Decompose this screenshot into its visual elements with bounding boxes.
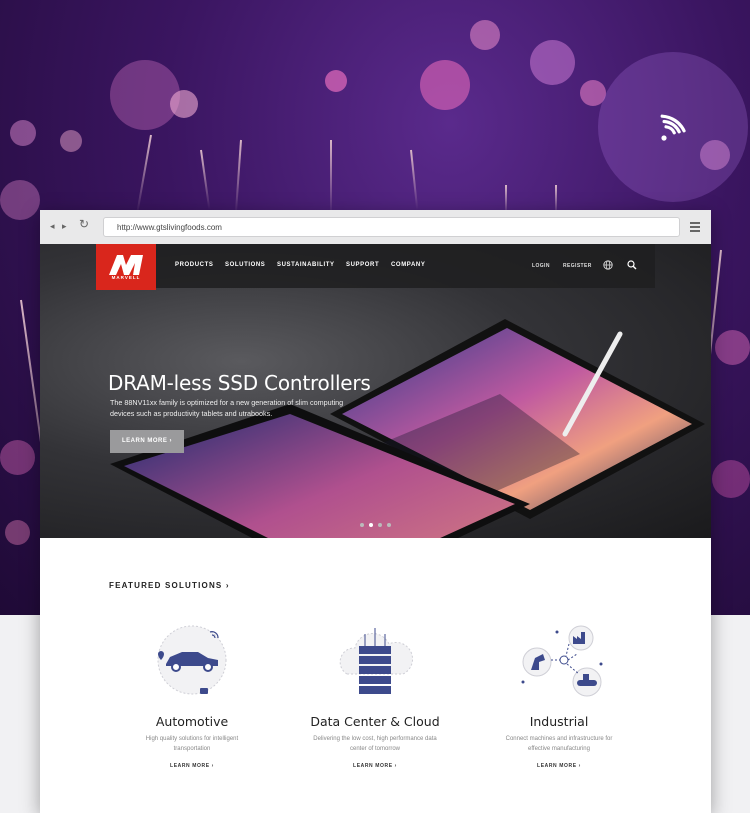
car-icon bbox=[157, 625, 227, 695]
chevron-right-icon: › bbox=[169, 438, 172, 444]
card-description: Delivering the low cost, high performanc… bbox=[313, 736, 437, 752]
globe-icon[interactable] bbox=[603, 260, 613, 270]
card-title: Automotive bbox=[155, 714, 229, 729]
site-header: MARVELL PRODUCTS SOLUTIONS SUSTAINABILIT… bbox=[96, 244, 655, 290]
wifi-icon bbox=[660, 114, 686, 141]
browser-window: ◂ ▸ ↻ http://www.gtslivingfoods.com MARV… bbox=[40, 210, 711, 813]
reload-button[interactable]: ↻ bbox=[79, 217, 89, 231]
chevron-right-icon: › bbox=[394, 763, 397, 769]
featured-solutions-heading[interactable]: FEATURED SOLUTIONS › bbox=[109, 581, 230, 590]
tablet-image-secondary bbox=[110, 404, 530, 538]
forward-button[interactable]: ▸ bbox=[62, 221, 67, 232]
back-button[interactable]: ◂ bbox=[50, 221, 55, 232]
carousel-dot[interactable] bbox=[387, 523, 391, 527]
card-description: Connect machines and infrastructure for … bbox=[505, 736, 613, 752]
chevron-right-icon: › bbox=[225, 581, 230, 590]
hero-title: DRAM-less SSD Controllers bbox=[108, 371, 371, 395]
card-title: Data Center & Cloud bbox=[310, 714, 440, 729]
logo-wordmark: MARVELL bbox=[111, 275, 141, 280]
nav-company[interactable]: COMPANY bbox=[391, 262, 425, 268]
server-icon bbox=[339, 628, 414, 694]
card-title: Industrial bbox=[529, 714, 589, 729]
nav-products[interactable]: PRODUCTS bbox=[175, 262, 213, 268]
card-learn-more-link[interactable]: LEARN MORE › bbox=[97, 763, 287, 769]
card-learn-more-link[interactable]: LEARN MORE › bbox=[280, 763, 470, 769]
nav-sustainability[interactable]: SUSTAINABILITY bbox=[277, 262, 335, 268]
carousel-dot-active[interactable] bbox=[369, 523, 373, 527]
chevron-right-icon: › bbox=[578, 763, 581, 769]
card-link-label: LEARN MORE bbox=[170, 763, 210, 769]
hero-learn-more-button[interactable]: LEARN MORE › bbox=[110, 430, 184, 453]
nav-support[interactable]: SUPPORT bbox=[346, 262, 379, 268]
featured-heading-label: FEATURED SOLUTIONS bbox=[109, 581, 223, 590]
chevron-right-icon: › bbox=[211, 763, 214, 769]
factory-icon bbox=[521, 625, 603, 697]
site-logo[interactable]: MARVELL bbox=[96, 244, 156, 290]
nav-solutions[interactable]: SOLUTIONS bbox=[225, 262, 265, 268]
card-learn-more-link[interactable]: LEARN MORE › bbox=[464, 763, 654, 769]
carousel-dots bbox=[360, 514, 396, 532]
hero-button-label: LEARN MORE bbox=[121, 438, 168, 444]
solution-card-automotive[interactable]: Automotive High quality solutions for in… bbox=[97, 624, 287, 769]
browser-toolbar: ◂ ▸ ↻ http://www.gtslivingfoods.com bbox=[40, 210, 711, 245]
menu-icon[interactable] bbox=[690, 222, 700, 234]
login-link[interactable]: LOGIN bbox=[532, 263, 550, 269]
hero-banner: MARVELL PRODUCTS SOLUTIONS SUSTAINABILIT… bbox=[40, 244, 711, 538]
carousel-dot[interactable] bbox=[378, 523, 382, 527]
solution-card-data-center[interactable]: Data Center & Cloud Delivering the low c… bbox=[280, 624, 470, 769]
search-icon[interactable] bbox=[627, 260, 637, 270]
solution-card-industrial[interactable]: Industrial Connect machines and infrastr… bbox=[464, 624, 654, 769]
card-link-label: LEARN MORE bbox=[353, 763, 393, 769]
register-link[interactable]: REGISTER bbox=[563, 263, 592, 269]
hero-description: The 88NV11xx family is optimized for a n… bbox=[110, 398, 344, 418]
card-description: High quality solutions for intelligent t… bbox=[145, 736, 239, 752]
carousel-dot[interactable] bbox=[360, 523, 364, 527]
marvell-logo-icon bbox=[109, 255, 143, 275]
address-bar[interactable]: http://www.gtslivingfoods.com bbox=[103, 217, 680, 237]
card-link-label: LEARN MORE bbox=[537, 763, 577, 769]
